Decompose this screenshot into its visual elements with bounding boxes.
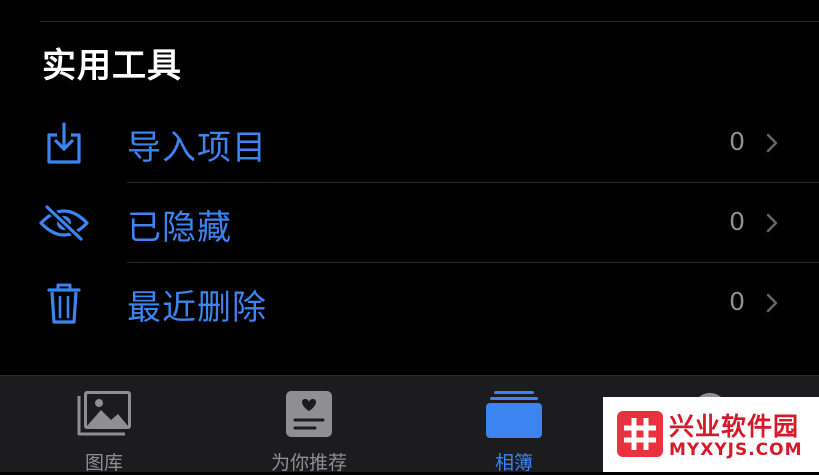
for-you-icon xyxy=(286,391,332,437)
utility-row-recently-deleted[interactable]: 最近删除 0 xyxy=(0,263,819,343)
tab-albums[interactable]: 相簿 xyxy=(444,376,584,474)
eye-slash-icon xyxy=(39,204,89,242)
watermark-name: 兴业软件园 xyxy=(669,412,800,441)
chevron-right-icon xyxy=(766,213,778,233)
utility-count: 0 xyxy=(729,127,745,156)
trash-icon xyxy=(47,283,81,324)
albums-icon xyxy=(486,391,542,438)
utility-label: 已隐藏 xyxy=(127,208,232,248)
tab-for-you[interactable]: 为你推荐 xyxy=(239,376,379,474)
hash-logo-icon xyxy=(617,411,663,457)
section-title: 实用工具 xyxy=(42,46,182,86)
import-icon xyxy=(47,122,81,164)
tab-label: 为你推荐 xyxy=(270,452,347,474)
tab-library[interactable]: 图库 xyxy=(34,376,174,474)
chevron-right-icon xyxy=(766,293,778,313)
chevron-right-icon xyxy=(766,133,778,153)
utility-count: 0 xyxy=(729,207,745,236)
watermark-domain: MYXYJS.COM xyxy=(669,440,803,460)
utility-row-hidden[interactable]: 已隐藏 0 xyxy=(0,183,819,263)
utility-label: 最近删除 xyxy=(127,288,267,328)
site-watermark: 兴业软件园 MYXYJS.COM xyxy=(603,397,819,472)
utility-row-import[interactable]: 导入项目 0 xyxy=(0,103,819,183)
tab-label: 图库 xyxy=(84,452,123,474)
photo-library-icon xyxy=(77,391,131,436)
utility-count: 0 xyxy=(729,287,745,316)
utility-label: 导入项目 xyxy=(127,128,267,168)
tab-label: 相簿 xyxy=(494,452,533,474)
top-divider xyxy=(40,21,819,22)
